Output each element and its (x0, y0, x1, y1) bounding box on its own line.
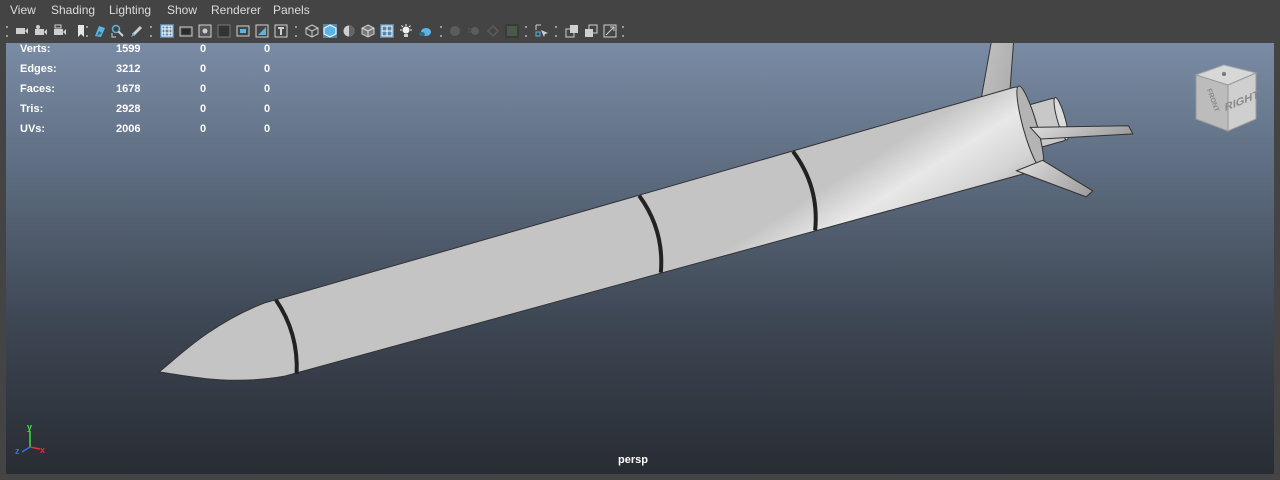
multisample-aa-icon[interactable] (486, 24, 500, 38)
camera-name-label: persp (618, 454, 648, 466)
hud-value: 0 (200, 123, 207, 135)
view-cube[interactable]: RIGHT FRONT (1186, 63, 1268, 137)
toolbar-separator (6, 24, 8, 40)
hud-label: UVs: (20, 123, 46, 135)
menu-renderer[interactable]: Renderer (211, 3, 261, 17)
2d-pan-zoom-icon[interactable] (111, 24, 125, 38)
menu-show[interactable]: Show (167, 3, 197, 17)
toolbar-separator (555, 24, 557, 40)
hud-value: 0 (200, 83, 207, 95)
safe-action-icon[interactable] (255, 24, 269, 38)
xray-icon[interactable] (399, 24, 413, 38)
wireframe-icon[interactable] (323, 24, 337, 38)
toolbar-separator (525, 24, 527, 40)
hud-label: Verts: (20, 43, 51, 55)
axis-y-label: y (27, 422, 32, 432)
depth-of-field-icon[interactable] (505, 24, 519, 38)
view-cube-corner-icon (1222, 72, 1226, 76)
hud-value: 0 (264, 43, 271, 55)
isolate-select-icon[interactable] (305, 24, 319, 38)
toolbar-separator (440, 24, 442, 40)
select-camera-icon[interactable] (15, 24, 29, 38)
xray-components-icon[interactable] (584, 24, 598, 38)
hud-label: Tris: (20, 103, 44, 115)
hud-label: Faces: (20, 83, 55, 95)
axis-x-label: x (40, 445, 45, 455)
hud-value: 1678 (116, 83, 141, 95)
panel-border-bottom (0, 474, 1280, 480)
hud-value: 3212 (116, 63, 141, 75)
frame-all-icon[interactable] (603, 24, 617, 38)
xray-joints-icon[interactable] (565, 24, 579, 38)
hud-value: 0 (264, 123, 271, 135)
hud-value: 2006 (116, 123, 141, 135)
wireframe-on-shaded-icon[interactable] (380, 24, 394, 38)
use-default-material-icon[interactable] (361, 24, 375, 38)
toolbar-separator (622, 24, 624, 40)
hud-value: 2928 (116, 103, 141, 115)
menu-shading[interactable]: Shading (51, 3, 95, 17)
safe-title-icon[interactable] (274, 24, 288, 38)
axis-z-label: z (15, 446, 20, 456)
field-chart-icon[interactable] (236, 24, 250, 38)
rocket-model[interactable] (6, 43, 1274, 474)
maya-viewport-panel: View Shading Lighting Show Renderer Pane… (0, 0, 1280, 480)
hud-label: Edges: (20, 63, 57, 75)
toolbar-separator (86, 24, 88, 40)
axis-gizmo: y x z (15, 422, 45, 456)
image-plane-icon[interactable] (93, 24, 107, 38)
hud-value: 0 (200, 43, 207, 55)
toolbar-separator (295, 24, 297, 40)
hud-value: 0 (200, 63, 207, 75)
menu-lighting[interactable]: Lighting (109, 3, 151, 17)
resolution-gate-icon[interactable] (198, 24, 212, 38)
perspective-viewport[interactable]: Verts: 1599 0 0 Edges: 3212 0 0 Faces: 1… (6, 43, 1274, 474)
toolbar-separator (150, 24, 152, 40)
menu-view[interactable]: View (10, 3, 36, 17)
film-gate-icon[interactable] (179, 24, 193, 38)
hud-value: 1599 (116, 43, 141, 55)
motion-blur-icon[interactable] (467, 24, 481, 38)
use-all-lights-icon[interactable] (418, 24, 432, 38)
hud-value: 0 (264, 103, 271, 115)
gate-mask-icon[interactable] (217, 24, 231, 38)
menu-panels[interactable]: Panels (273, 3, 310, 17)
screen-space-ao-icon[interactable] (448, 24, 462, 38)
hud-value: 0 (264, 63, 271, 75)
hud-value: 0 (264, 83, 271, 95)
smooth-shade-icon[interactable] (342, 24, 356, 38)
panel-border-right (1274, 43, 1280, 474)
panel-toolbar (0, 22, 1280, 42)
hud-value: 0 (200, 103, 207, 115)
camera-attributes-icon[interactable] (34, 24, 48, 38)
grid-icon[interactable] (160, 24, 174, 38)
grease-pencil-icon[interactable] (130, 24, 144, 38)
isolate-icon[interactable] (535, 24, 549, 38)
panel-menu-bar: View Shading Lighting Show Renderer Pane… (0, 0, 1280, 22)
camera-film-icon[interactable] (53, 24, 67, 38)
